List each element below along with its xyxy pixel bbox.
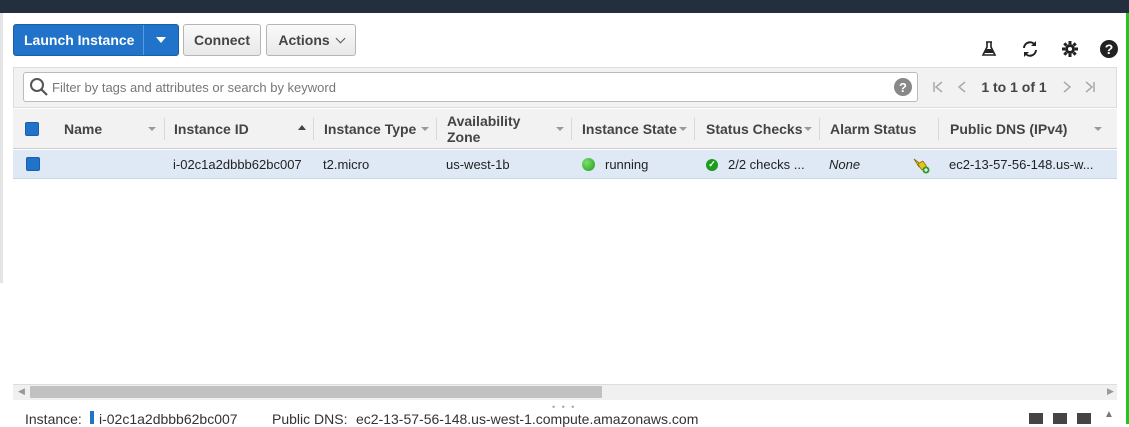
last-page-icon[interactable] xyxy=(1081,78,1099,96)
sort-icon[interactable] xyxy=(679,127,687,131)
sort-icon[interactable] xyxy=(148,127,156,131)
search-icon xyxy=(30,78,48,96)
connect-button[interactable]: Connect xyxy=(183,24,261,56)
console-header-bar xyxy=(0,0,1129,13)
column-divider[interactable] xyxy=(694,118,695,140)
pagination-label: 1 to 1 of 1 xyxy=(981,79,1047,95)
column-header-alarm-status[interactable]: Alarm Status xyxy=(830,109,930,149)
launch-instance-button[interactable]: Launch Instance xyxy=(13,24,179,56)
column-divider[interactable] xyxy=(436,118,437,140)
status-checks-text: 2/2 checks ... xyxy=(728,157,805,172)
previous-page-icon[interactable] xyxy=(953,78,971,96)
running-status-icon xyxy=(582,158,595,171)
actions-label: Actions xyxy=(278,32,330,48)
caret-down-icon xyxy=(156,37,167,43)
filter-help-icon[interactable]: ? xyxy=(894,78,912,96)
column-header-name[interactable]: Name xyxy=(64,109,154,149)
column-header-instance-id[interactable]: Instance ID xyxy=(174,109,294,149)
instance-label: Instance: xyxy=(25,411,82,427)
launch-instance-label: Launch Instance xyxy=(24,32,135,48)
public-dns-value: ec2-13-57-56-148.us-west-1.compute.amazo… xyxy=(356,411,699,427)
left-edge-panel xyxy=(0,13,3,283)
select-all-checkbox[interactable] xyxy=(25,122,39,136)
column-header-instance-state[interactable]: Instance State xyxy=(582,109,678,149)
sort-icon[interactable] xyxy=(1094,127,1102,131)
connect-label: Connect xyxy=(194,32,250,48)
refresh-icon[interactable] xyxy=(1019,38,1041,60)
instance-state-text: running xyxy=(605,157,649,172)
column-header-instance-type[interactable]: Instance Type xyxy=(324,109,420,149)
check-circle-icon: ✓ xyxy=(706,158,718,171)
flask-icon[interactable] xyxy=(978,38,1000,60)
cell-name[interactable] xyxy=(64,150,159,179)
cell-instance-id: i-02c1a2dbbb62bc007 xyxy=(173,157,302,172)
column-header-status-checks[interactable]: Status Checks xyxy=(706,109,806,149)
panel-layout-icon[interactable] xyxy=(1029,413,1043,424)
help-icon[interactable]: ? xyxy=(1098,38,1120,60)
column-divider[interactable] xyxy=(938,118,939,140)
column-divider[interactable] xyxy=(571,118,572,140)
sort-ascending-icon[interactable] xyxy=(298,125,306,130)
first-page-icon[interactable] xyxy=(929,78,947,96)
create-alarm-icon[interactable] xyxy=(911,150,933,179)
sort-icon[interactable] xyxy=(421,127,429,131)
actions-button[interactable]: Actions xyxy=(266,24,356,56)
svg-text:?: ? xyxy=(1105,41,1114,57)
cell-public-dns: ec2-13-57-56-148.us-w... xyxy=(949,157,1094,172)
column-header-public-dns[interactable]: Public DNS (IPv4) xyxy=(950,109,1090,149)
instance-marker xyxy=(90,411,94,424)
sort-icon[interactable] xyxy=(556,127,564,131)
public-dns-label: Public DNS: xyxy=(272,411,348,427)
column-header-availability-zone[interactable]: Availability Zone xyxy=(447,109,557,149)
panel-expand-icon[interactable]: ▲ xyxy=(1104,409,1114,420)
scroll-left-icon[interactable]: ◀ xyxy=(18,386,25,397)
column-divider[interactable] xyxy=(164,118,165,140)
chevron-down-icon xyxy=(335,33,346,43)
cell-availability-zone: us-west-1b xyxy=(446,157,510,172)
sort-icon[interactable] xyxy=(804,127,812,131)
next-page-icon[interactable] xyxy=(1058,78,1076,96)
cell-instance-state: running xyxy=(582,150,687,179)
scrollbar-thumb[interactable] xyxy=(30,386,602,398)
row-checkbox[interactable] xyxy=(26,157,40,171)
launch-dropdown-toggle[interactable] xyxy=(143,25,178,55)
cell-status-checks[interactable]: ✓ 2/2 checks ... xyxy=(706,150,812,179)
cell-instance-type: t2.micro xyxy=(323,157,370,172)
cell-alarm-status: None xyxy=(829,157,861,172)
column-divider[interactable] xyxy=(819,118,820,140)
scroll-right-icon[interactable]: ▶ xyxy=(1107,386,1114,397)
panel-layout-icon[interactable] xyxy=(1077,413,1091,424)
panel-layout-icon[interactable] xyxy=(1053,413,1067,424)
instance-value: i-02c1a2dbbb62bc007 xyxy=(99,411,238,427)
gear-icon[interactable] xyxy=(1059,38,1081,60)
search-input[interactable] xyxy=(52,78,882,96)
column-divider[interactable] xyxy=(313,118,314,140)
